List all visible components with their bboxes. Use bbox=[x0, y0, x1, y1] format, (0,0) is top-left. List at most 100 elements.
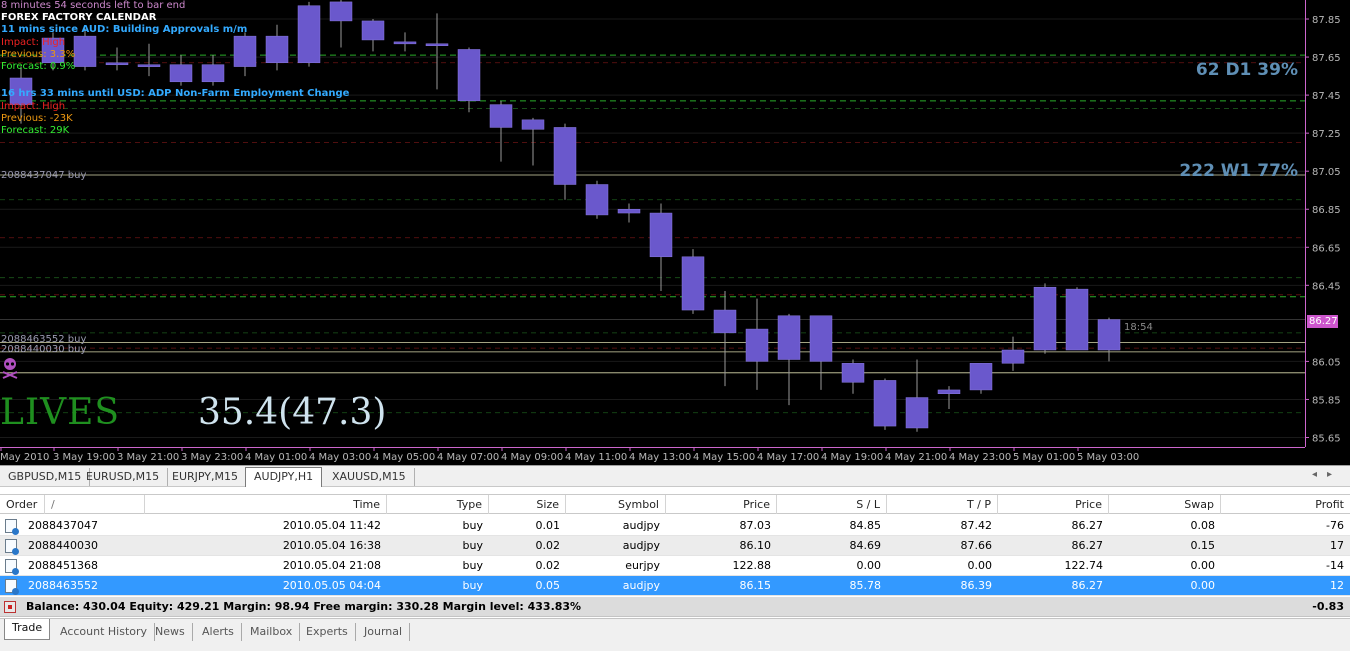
table-row[interactable]: 2088440030 2010.05.04 16:38 buy 0.02 audjpy 8… bbox=[0, 536, 1350, 556]
cell-size: 0.05 bbox=[535, 579, 561, 592]
candle-body bbox=[521, 119, 545, 130]
cell-tp: 0.00 bbox=[967, 559, 993, 572]
cell-swap: 0.15 bbox=[1190, 539, 1216, 552]
d1-stat: 62 D1 39% bbox=[1195, 60, 1298, 80]
candle-body bbox=[489, 104, 513, 128]
tab-eurjpy-m15[interactable]: EURJPY,M15 bbox=[164, 468, 247, 486]
candle-body bbox=[905, 397, 929, 429]
col-tp[interactable]: T / P bbox=[887, 495, 998, 514]
orders-table-header: Order / Time Type Size Symbol Price S / … bbox=[0, 494, 1350, 514]
tab-experts[interactable]: Experts bbox=[299, 623, 356, 641]
candle-body bbox=[361, 20, 385, 41]
tab-journal[interactable]: Journal bbox=[357, 623, 411, 641]
time-tick-label: 4 May 17:00 bbox=[757, 452, 819, 463]
tab-mailbox[interactable]: Mailbox bbox=[243, 623, 301, 641]
candle-body bbox=[553, 127, 577, 185]
table-row[interactable]: 2088437047 2010.05.04 11:42 buy 0.01 audjpy 8… bbox=[0, 516, 1350, 536]
cell-time: 2010.05.04 16:38 bbox=[282, 539, 381, 552]
time-tick-label: 4 May 23:00 bbox=[949, 452, 1011, 463]
time-tick-label: 4 May 21:00 bbox=[885, 452, 947, 463]
cell-sl: 0.00 bbox=[856, 559, 882, 572]
ff-forecast-1: Forecast: 0.9% bbox=[1, 61, 76, 72]
symbol-tabs: GBPUSD,M15 EURUSD,M15 EURJPY,M15 AUDJPY,… bbox=[0, 465, 1350, 487]
table-row[interactable]: 2088451368 2010.05.04 21:08 buy 0.02 eurjpy 1… bbox=[0, 556, 1350, 576]
order-icon bbox=[5, 579, 19, 595]
price-tick-label: 87.25 bbox=[1312, 129, 1341, 140]
candle-body bbox=[873, 380, 897, 427]
col-time[interactable]: Time bbox=[145, 495, 387, 514]
cell-symbol: audjpy bbox=[622, 519, 660, 532]
cell-profit: 12 bbox=[1330, 579, 1344, 592]
tab-eurusd-m15[interactable]: EURUSD,M15 bbox=[78, 468, 169, 486]
tab-scroll-arrows[interactable]: ◂▸ bbox=[1312, 469, 1342, 480]
ff-impact-1: Impact: High bbox=[1, 37, 66, 48]
col-type[interactable]: Type bbox=[387, 495, 489, 514]
cell-profit: -76 bbox=[1326, 519, 1344, 532]
candle-body bbox=[713, 309, 737, 334]
cell-size: 0.02 bbox=[535, 539, 561, 552]
tab-audjpy-h1[interactable]: AUDJPY,H1 bbox=[245, 467, 323, 487]
cell-price: 86.15 bbox=[739, 579, 772, 592]
cell-size: 0.02 bbox=[535, 559, 561, 572]
col-profit[interactable]: Profit bbox=[1221, 495, 1350, 514]
cell-time: 2010.05.04 11:42 bbox=[282, 519, 381, 532]
col-symbol[interactable]: Symbol bbox=[566, 495, 666, 514]
col-size[interactable]: Size bbox=[489, 495, 566, 514]
price-tick-label: 85.85 bbox=[1312, 395, 1341, 406]
tab-trade[interactable]: Trade bbox=[4, 619, 51, 640]
col-price[interactable]: Price bbox=[666, 495, 777, 514]
time-tick-label: May 2010 bbox=[0, 452, 49, 463]
tab-alerts[interactable]: Alerts bbox=[195, 623, 242, 641]
candle-body bbox=[1001, 349, 1025, 364]
candle-body bbox=[617, 208, 641, 214]
candle-body bbox=[681, 256, 705, 311]
col-sort-indicator[interactable]: / bbox=[45, 495, 145, 514]
order-icon bbox=[5, 559, 19, 575]
candle-body bbox=[73, 35, 97, 67]
candle-body bbox=[1097, 319, 1121, 351]
tab-news[interactable]: News bbox=[148, 623, 193, 641]
order-label-2088437047[interactable]: 2088437047 buy bbox=[1, 170, 86, 181]
cell-cur: 122.74 bbox=[1064, 559, 1104, 572]
candle-body bbox=[201, 64, 225, 83]
candle-body bbox=[425, 43, 449, 46]
time-tick-label: 3 May 23:00 bbox=[181, 452, 243, 463]
cell-type: buy bbox=[462, 579, 483, 592]
price-tick-label: 87.05 bbox=[1312, 167, 1341, 178]
col-order[interactable]: Order bbox=[0, 495, 45, 514]
candle-body bbox=[105, 62, 129, 66]
cell-profit: 17 bbox=[1330, 539, 1344, 552]
tab-xauusd-m15[interactable]: XAUUSD,M15 bbox=[324, 468, 415, 486]
col-swap[interactable]: Swap bbox=[1109, 495, 1221, 514]
cell-type: buy bbox=[462, 519, 483, 532]
candle-body bbox=[1065, 288, 1089, 351]
candle-body bbox=[745, 328, 769, 362]
cell-tp: 87.42 bbox=[960, 519, 993, 532]
ff-previous-1: Previous: 3.3% bbox=[1, 49, 76, 60]
cell-symbol: eurjpy bbox=[625, 559, 660, 572]
cell-swap: 0.00 bbox=[1190, 559, 1216, 572]
cell-time: 2010.05.04 21:08 bbox=[282, 559, 381, 572]
candle-body bbox=[841, 363, 865, 383]
table-row[interactable]: 2088463552 2010.05.05 04:04 buy 0.05 audjpy 8… bbox=[0, 576, 1350, 596]
candle-body bbox=[1033, 286, 1057, 351]
candle-body bbox=[393, 41, 417, 45]
candle-body bbox=[777, 315, 801, 360]
price-chart[interactable]: 87.85 87.65 87.45 87.25 87.05 86.85 86.65 86.45… bbox=[0, 0, 1350, 465]
cell-cur: 86.27 bbox=[1071, 539, 1104, 552]
price-tick-label: 87.45 bbox=[1312, 91, 1341, 102]
candle-body bbox=[969, 363, 993, 391]
ff-impact-2: Impact: High bbox=[1, 101, 66, 112]
tab-gbpusd-m15[interactable]: GBPUSD,M15 bbox=[0, 468, 91, 486]
col-current-price[interactable]: Price bbox=[998, 495, 1109, 514]
order-label-2088440030[interactable]: 2088440030 buy bbox=[1, 344, 86, 355]
cell-symbol: audjpy bbox=[622, 539, 660, 552]
balance-summary-row[interactable]: Balance: 430.04 Equity: 429.21 Margin: 9… bbox=[0, 597, 1350, 617]
ff-previous-2: Previous: -23K bbox=[1, 113, 73, 124]
col-sl[interactable]: S / L bbox=[777, 495, 887, 514]
terminal-tabs: Trade Account History News Alerts Mailbo… bbox=[0, 618, 1350, 651]
tab-account-history[interactable]: Account History bbox=[53, 623, 156, 641]
price-tick-label: 86.05 bbox=[1312, 357, 1341, 368]
candle-body bbox=[809, 315, 833, 362]
candle-body bbox=[649, 212, 673, 258]
